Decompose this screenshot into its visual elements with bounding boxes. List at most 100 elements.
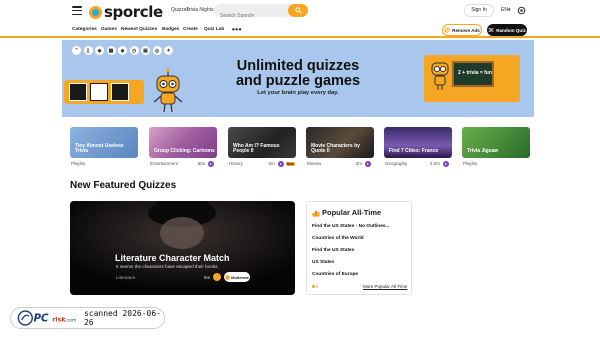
scan-date-text: scanned 2026-06-26 [83,309,161,327]
popular-all-time-panel: Popular All-Time Find the US States - No… [306,201,412,295]
hero-icon-row: ” ▯ ◆ ▦ ◈ ◷ ▣ ◎ ✦ [72,46,173,55]
quiz-card-meta: History 5m New [228,158,296,169]
site-logo[interactable]: sporcle [89,3,163,21]
random-quiz-label: Random Quiz [496,27,526,33]
quiz-card-image: Group Clicking: Cartoons [149,127,217,158]
play-icon[interactable] [443,160,449,167]
popular-item[interactable]: Countries of Europe [312,272,390,284]
scan-watermark: PC risk .com scanned 2026-06-26 [10,307,165,329]
quiz-card-category: Playlist [463,161,478,166]
search-icon [294,7,301,14]
quiz-card-image: Find 7 Cities: France [384,127,452,158]
popular-item[interactable]: Countries of the World [312,236,390,248]
cat-categories[interactable]: Categories [72,27,97,32]
chalkboard-text: 2 + trivia = fun [458,70,492,76]
quiz-card-image: Who Am I? Famous People II [228,127,296,158]
chalkboard: 2 + trivia = fun [452,61,494,87]
popular-item[interactable]: Find the US States - No Outlines... [312,224,390,236]
difficulty-badge: Moderate [224,272,250,282]
quiz-card-category: Geography [385,161,408,166]
popular-heading-text: Popular All-Time [322,208,382,217]
quote-icon: ” [72,46,81,55]
quiz-card[interactable]: Group Clicking: Cartoons Entertainment 6… [149,127,217,169]
quiz-card-image: Movie Characters by Quote II [306,127,374,158]
popular-list: Find the US States - No Outlines... Coun… [312,224,390,284]
pcrisk-logo: PC risk .com [17,310,77,326]
quiz-card-category: Movies [307,161,322,166]
language-selector[interactable]: EN▾ [501,7,510,13]
grid-icon: ▦ [106,46,116,55]
quiz-card-meta: Playlist [70,158,138,169]
quiz-card-category: Playlist [71,161,86,166]
quiz-card-category: History [229,161,244,166]
play-icon[interactable] [213,273,221,281]
popular-item[interactable]: Find the US States [312,248,390,260]
hero-banner[interactable]: ” ▯ ◆ ▦ ◈ ◷ ▣ ◎ ✦ Unlimited quizzes and … [62,40,534,117]
slideshow-icon: ▯ [83,46,93,55]
section-title-new-featured: New Featured Quizzes [70,180,177,191]
quiz-card-title: Who Am I? Famous People II [233,142,280,155]
cat-games[interactable]: Games [101,27,117,32]
quiz-card-time: 5m [268,161,275,166]
play-icon[interactable] [277,160,284,167]
remove-ads-button[interactable]: Remove Ads [442,24,482,36]
quiz-card-title: Trivia Jigsaw [467,148,499,155]
remove-ads-label: Remove Ads [452,27,480,33]
chalkboard-illustration: 2 + trivia = fun [424,55,520,102]
quiz-card-meta: Movies 2m [306,158,374,169]
quiz-card-meta: Entertainment 60s [149,158,217,169]
featured-quiz-time: 5m [204,275,211,280]
featured-quiz-subtitle: It seems the characters have escaped the… [116,264,219,269]
carousel-dots[interactable] [312,285,318,288]
quiz-card[interactable]: Trivia Jigsaw Playlist [462,127,530,169]
quiz-card[interactable]: Find 7 Cities: France Geography 2.5m [384,127,452,169]
quiz-card-time: 2.5m [429,161,440,166]
quiz-card-title: Find 7 Cities: France [389,148,439,155]
quiz-card-image: Trivia Jigsaw [462,127,530,158]
more-popular-link[interactable]: More Popular All-Time [363,284,407,289]
quiz-card[interactable]: Who Am I? Famous People II History 5m Ne… [228,127,296,169]
nav-link-trivia-nights[interactable]: Trivia Nights [186,7,214,13]
quiz-card[interactable]: Movie Characters by Quote II Movies 2m [306,127,374,169]
quiz-card-category: Entertainment [150,161,179,166]
difficulty-label: Moderate [231,274,249,280]
cat-quiz-lab[interactable]: Quiz Lab [204,27,224,32]
quiz-card-title: Group Clicking: Cartoons [154,148,215,155]
quiz-card-title: Movie Characters by Quote II [311,142,360,155]
clock-icon: ◷ [129,46,139,55]
robot-teacher-icon [431,62,449,90]
block-icon [444,27,450,33]
logo-text: sporcle [104,3,163,21]
controller-icon: ◎ [152,46,162,55]
quiz-card-time: 2m [355,161,362,166]
quiz-card-title: Tiny Almost Useless Trivia [75,142,124,155]
cat-create[interactable]: Create [183,27,198,32]
search-bar [214,4,308,23]
quiz-card-meta: Playlist [462,158,530,169]
cat-newest-quizzes[interactable]: Newest Quizzes [121,27,157,32]
gear-icon[interactable] [517,6,526,15]
quiz-card-time: 60s [197,161,205,166]
sign-in-button[interactable]: Sign In [464,4,494,17]
featured-quiz-title: Literature Character Match [115,253,230,263]
featured-quiz-card[interactable]: Literature Character Match It seems the … [70,201,295,295]
popular-item[interactable]: US States [312,260,390,272]
puzzle-icon: ◆ [95,46,104,55]
search-button[interactable] [288,4,308,17]
menu-icon[interactable] [72,6,82,16]
cat-badges[interactable]: Badges [162,27,179,32]
quiz-card[interactable]: Tiny Almost Useless Trivia Playlist [70,127,138,169]
search-input[interactable] [214,9,288,23]
top-nav: sporcle Quizzes Trivia Nights Sign In EN… [0,0,600,23]
more-menu-button[interactable]: ••• [232,25,242,34]
quiz-card-image: Tiny Almost Useless Trivia [70,127,138,158]
svg-text:.com: .com [65,319,77,324]
quiz-card-meta: Geography 2.5m [384,158,452,169]
face-icon [225,274,230,280]
play-icon[interactable] [208,160,214,167]
play-icon[interactable] [365,160,371,167]
random-quiz-button[interactable]: Random Quiz [487,24,527,36]
featured-quiz-category: Literature [116,275,136,280]
trophy-icon: ✦ [164,46,173,55]
popular-heading: Popular All-Time [312,208,381,217]
